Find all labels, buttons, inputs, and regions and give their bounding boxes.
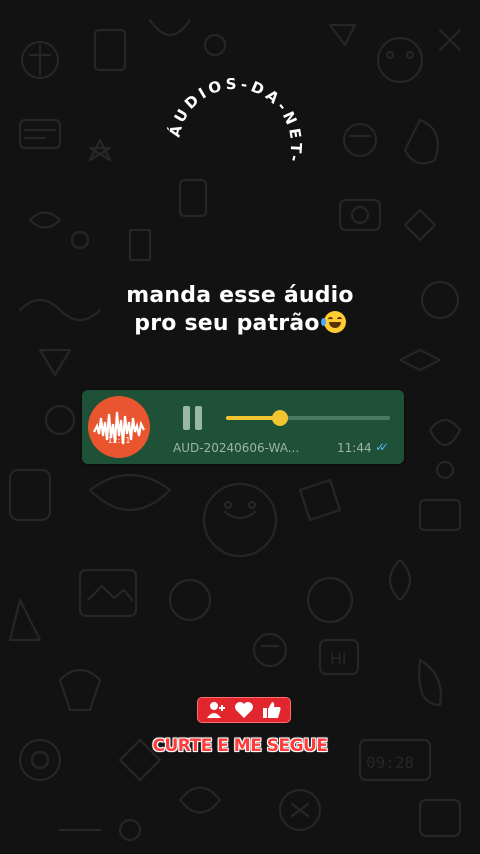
headline-line-2: pro seu patrão: [134, 311, 320, 336]
circle-text-path: ÁUDIOS-DA-NET-: [164, 75, 301, 167]
follow-like-badge[interactable]: [197, 697, 291, 723]
avatar-caption: 12:11: [107, 436, 131, 445]
avatar: 12:11: [88, 396, 150, 458]
circular-brand-text: ÁUDIOS-DA-NET-: [164, 75, 305, 167]
audio-message-bubble[interactable]: 12:11 AUD-20240606-WA... 11:44 ✓✓: [82, 390, 404, 464]
audio-progress-knob[interactable]: [272, 410, 289, 426]
waveform-avatar-icon: [93, 411, 145, 445]
read-receipt-icon: ✓✓: [375, 440, 389, 454]
svg-text:ÁUDIOS-DA-NET-: ÁUDIOS-DA-NET-: [164, 75, 305, 167]
tears-of-joy-emoji-icon: [320, 311, 346, 333]
headline-line-1: manda esse áudio: [126, 283, 354, 308]
audio-progress-track[interactable]: [226, 410, 390, 426]
thumbs-up-icon: [263, 702, 281, 718]
svg-text:Hi: Hi: [330, 649, 346, 668]
headline-line-2-row: pro seu patrão: [0, 310, 480, 338]
add-user-icon: [207, 702, 225, 718]
headline: manda esse áudio pro seu patrão: [0, 282, 480, 338]
heart-icon: [235, 702, 253, 718]
pause-button[interactable]: [180, 404, 206, 432]
audio-file-name: AUD-20240606-WA...: [173, 441, 300, 455]
message-time: 11:44: [337, 441, 372, 455]
cta-text: CURTE E ME SEGUE: [152, 736, 328, 756]
